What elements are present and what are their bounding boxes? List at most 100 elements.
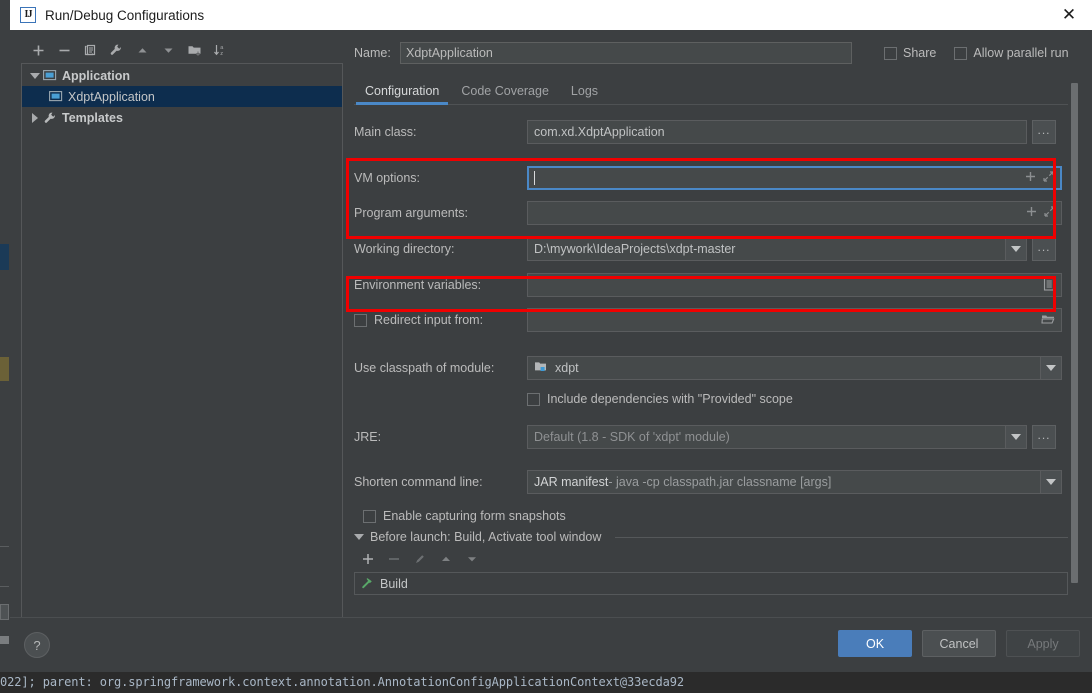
allow-parallel-run-checkbox[interactable]: Allow parallel run [954, 46, 1069, 60]
include-provided-checkbox[interactable]: Include dependencies with "Provided" sco… [527, 392, 793, 406]
tree-item-templates[interactable]: Templates [22, 107, 342, 128]
tab-configuration[interactable]: Configuration [354, 84, 450, 105]
jre-dropdown-arrow[interactable] [1005, 426, 1026, 448]
module-icon [534, 360, 548, 376]
enable-snapshots-row: Enable capturing form snapshots [354, 504, 1068, 528]
program-arguments-inline-icons [1026, 202, 1055, 224]
shorten-command-line-value-rest: - java -cp classpath.jar classname [args… [608, 475, 832, 489]
dialog-action-buttons: OK Cancel Apply [838, 630, 1080, 657]
add-task-button[interactable] [358, 549, 378, 569]
enable-snapshots-checkbox[interactable]: Enable capturing form snapshots [363, 509, 566, 523]
sidebar-toolbar: a z [21, 38, 343, 62]
dialog-footer: ? OK Cancel Apply [10, 617, 1092, 672]
name-input[interactable] [400, 42, 852, 64]
edit-task-pencil-icon[interactable] [410, 549, 430, 569]
environment-variables-input[interactable] [527, 273, 1062, 297]
working-directory-label: Working directory: [354, 242, 455, 256]
plus-icon[interactable] [1025, 171, 1036, 185]
tree-item-xdptapplication[interactable]: XdptApplication [22, 86, 342, 107]
redirect-input-inline-icons [1041, 309, 1055, 331]
name-row: Name: Share Allow parallel run [354, 41, 1082, 65]
env-list-icon[interactable] [1043, 276, 1055, 294]
plus-icon[interactable] [1026, 206, 1037, 220]
background-artifact-blue [0, 244, 9, 270]
scrollbar-thumb[interactable] [1071, 83, 1078, 583]
redirect-input-label: Redirect input from: [374, 313, 484, 327]
task-move-down-button[interactable] [462, 549, 482, 569]
expand-arrows-icon[interactable] [1043, 171, 1054, 185]
vm-options-label: VM options: [354, 171, 421, 185]
folder-open-icon[interactable] [1041, 313, 1055, 328]
main-class-value: com.xd.XdptApplication [534, 125, 665, 139]
cancel-button[interactable]: Cancel [922, 630, 996, 657]
jre-browse-button[interactable]: ... [1032, 425, 1056, 449]
redirect-input-field[interactable] [527, 308, 1062, 332]
tab-logs[interactable]: Logs [560, 84, 609, 104]
jre-combo[interactable]: Default (1.8 - SDK of 'xdpt' module) [527, 425, 1027, 449]
remove-task-button[interactable] [384, 549, 404, 569]
shorten-command-line-row: Shorten command line: JAR manifest - jav… [354, 470, 1068, 494]
include-provided-label: Include dependencies with "Provided" sco… [547, 392, 793, 406]
program-arguments-label: Program arguments: [354, 206, 468, 220]
move-down-button[interactable] [156, 39, 180, 61]
use-classpath-value: xdpt [555, 361, 579, 375]
tree-item-label: Application [62, 68, 131, 83]
run-debug-configurations-dialog: IJ Run/Debug Configurations ✕ a z Applic… [10, 0, 1092, 672]
redirect-input-label-wrap: Redirect input from: [354, 313, 527, 327]
tree-item-application[interactable]: Application [22, 65, 342, 86]
ok-button[interactable]: OK [838, 630, 912, 657]
copy-configuration-button[interactable] [78, 39, 102, 61]
move-up-button[interactable] [130, 39, 154, 61]
main-class-label: Main class: [354, 125, 417, 139]
use-classpath-combo[interactable]: xdpt [527, 356, 1062, 380]
working-directory-input[interactable]: D:\mywork\IdeaProjects\xdpt-master [527, 237, 1027, 261]
share-label: Share [903, 46, 937, 60]
redirect-input-checkbox[interactable]: Redirect input from: [354, 313, 527, 327]
build-hammer-icon [361, 576, 374, 592]
expand-caret-icon[interactable] [28, 69, 42, 83]
new-folder-button[interactable] [182, 39, 206, 61]
configurations-tree[interactable]: Application XdptApplication Templates [21, 63, 343, 631]
main-class-browse-button[interactable]: ... [1032, 120, 1056, 144]
share-checkbox[interactable]: Share [884, 46, 936, 60]
close-icon[interactable]: ✕ [1046, 0, 1092, 30]
shorten-command-line-combo[interactable]: JAR manifest - java -cp classpath.jar cl… [527, 470, 1062, 494]
jre-label: JRE: [354, 430, 382, 444]
vm-options-input[interactable] [527, 166, 1062, 190]
program-arguments-input[interactable] [527, 201, 1062, 225]
expand-arrows-icon[interactable] [1044, 206, 1055, 220]
working-directory-dropdown-arrow[interactable] [1005, 238, 1026, 260]
help-button[interactable]: ? [24, 632, 50, 658]
vm-options-inline-icons [1025, 168, 1054, 188]
program-arguments-row: Program arguments: [354, 201, 1068, 225]
before-launch-divider [615, 536, 1068, 538]
apply-button[interactable]: Apply [1006, 630, 1080, 657]
add-configuration-button[interactable] [26, 39, 50, 61]
main-class-input[interactable]: com.xd.XdptApplication [527, 120, 1027, 144]
before-launch-task-list[interactable]: Build [354, 572, 1068, 595]
environment-variables-inline-icons [1043, 274, 1055, 296]
working-directory-browse-button[interactable]: ... [1032, 237, 1056, 261]
shorten-command-line-label: Shorten command line: [354, 475, 483, 489]
content-scrollbar[interactable] [1070, 83, 1079, 583]
checkbox-box-icon [354, 313, 367, 327]
main-class-row: Main class: com.xd.XdptApplication ... [354, 120, 1068, 144]
use-classpath-dropdown-arrow[interactable] [1040, 357, 1061, 379]
before-launch-header[interactable]: Before launch: Build, Activate tool wind… [354, 528, 1068, 546]
edit-templates-wrench-icon[interactable] [104, 39, 128, 61]
remove-configuration-button[interactable] [52, 39, 76, 61]
allow-parallel-run-label: Allow parallel run [973, 46, 1069, 60]
task-move-up-button[interactable] [436, 549, 456, 569]
collapse-caret-icon[interactable] [28, 111, 42, 125]
environment-variables-row: Environment variables: [354, 273, 1068, 297]
tab-code-coverage[interactable]: Code Coverage [450, 84, 560, 104]
sort-alphabetically-button[interactable]: a z [208, 39, 232, 61]
environment-variables-label: Environment variables: [354, 278, 482, 292]
tree-item-label: Templates [62, 110, 123, 125]
run-configuration-icon [48, 89, 64, 105]
enable-snapshots-label: Enable capturing form snapshots [383, 509, 566, 523]
expand-caret-icon[interactable] [354, 534, 364, 540]
background-artifact-line-2 [0, 586, 9, 587]
configuration-form: Main class: com.xd.XdptApplication ... V… [354, 120, 1068, 528]
shorten-command-line-dropdown-arrow[interactable] [1040, 471, 1061, 493]
